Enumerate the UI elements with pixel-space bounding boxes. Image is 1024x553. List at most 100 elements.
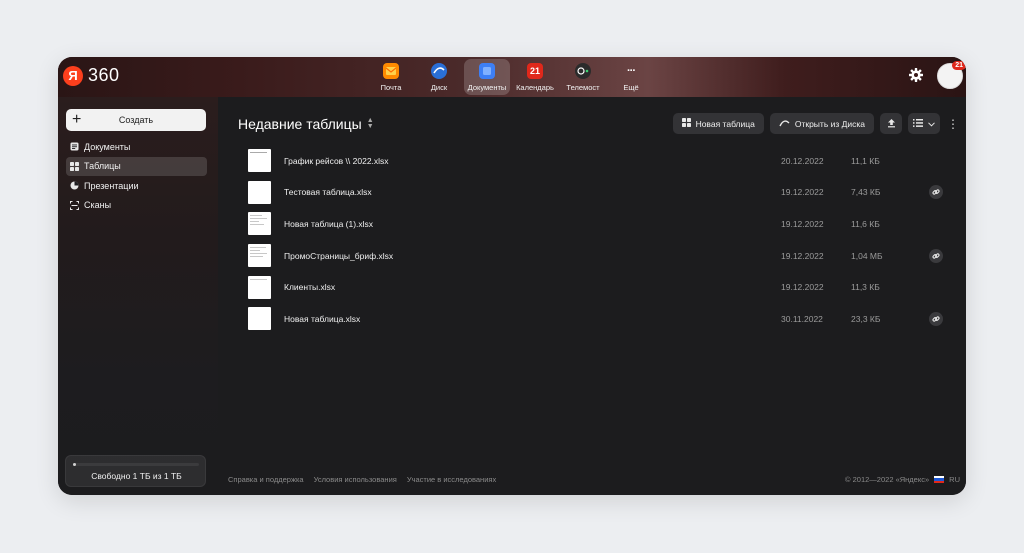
disk-icon bbox=[779, 119, 790, 129]
scan-icon bbox=[70, 200, 79, 210]
file-size: 11,3 КБ bbox=[851, 282, 880, 293]
sidebar-item-tables[interactable]: Таблицы bbox=[66, 156, 207, 176]
app-mail[interactable]: Почта bbox=[368, 59, 414, 95]
file-date: 30.11.2022 bbox=[781, 313, 823, 324]
file-size: 23,3 КБ bbox=[851, 313, 881, 324]
file-row[interactable]: Тестовая таблица.xlsx 19.12.2022 7,43 КБ bbox=[248, 177, 948, 209]
table-icon bbox=[681, 118, 691, 129]
file-row[interactable]: Новая таблица.xlsx 30.11.2022 23,3 КБ bbox=[248, 303, 948, 335]
more-options-icon[interactable]: ⋮ bbox=[946, 118, 960, 130]
file-date: 20.12.2022 bbox=[781, 155, 824, 166]
file-name: Тестовая таблица.xlsx bbox=[284, 187, 372, 198]
file-row[interactable]: ПромоСтраницы_бриф.xlsx 19.12.2022 1,04 … bbox=[248, 240, 948, 272]
table-icon bbox=[70, 161, 79, 171]
file-thumbnail bbox=[248, 212, 271, 236]
file-row[interactable]: Клиенты.xlsx 19.12.2022 11,3 КБ bbox=[248, 271, 948, 303]
language-selector[interactable]: RU bbox=[949, 475, 960, 484]
app-disk[interactable]: Диск bbox=[416, 59, 462, 95]
app-label: Почта bbox=[380, 83, 402, 92]
upload-icon bbox=[887, 118, 896, 130]
yandex-360-logo[interactable]: Я 360 bbox=[63, 65, 120, 86]
file-date: 19.12.2022 bbox=[781, 218, 824, 229]
file-thumbnail bbox=[248, 307, 271, 331]
sidebar: + Создать Документы Таблицы Презентации … bbox=[58, 97, 218, 495]
storage-progress-fill bbox=[73, 463, 76, 466]
app-label: Календарь bbox=[516, 83, 554, 92]
gear-icon[interactable] bbox=[908, 67, 924, 83]
app-label: Телемост bbox=[566, 83, 600, 92]
footer-link-research[interactable]: Участие в исследованиях bbox=[407, 475, 496, 484]
app-label: Диск bbox=[430, 83, 448, 92]
calendar-icon: 21 bbox=[527, 63, 543, 79]
footer: Справка и поддержка Условия использовани… bbox=[228, 475, 960, 484]
presentation-icon bbox=[70, 181, 79, 190]
create-button-label: Создать bbox=[118, 115, 154, 125]
link-icon[interactable] bbox=[929, 311, 943, 326]
chevron-down-icon bbox=[928, 119, 935, 129]
main-content: Недавние таблицы ▲ ▼ Новая таблица Открыт… bbox=[218, 97, 966, 495]
app-calendar[interactable]: 21 Календарь bbox=[512, 59, 558, 95]
open-from-disk-button[interactable]: Открыть из Диска bbox=[769, 113, 874, 134]
app-switcher: Почта Диск Документы 21 Календарь Телемо… bbox=[368, 59, 654, 95]
file-date: 19.12.2022 bbox=[781, 250, 824, 261]
open-from-disk-label: Открыть из Диска bbox=[794, 118, 865, 129]
file-row[interactable]: График рейсов \\ 2022.xlsx 20.12.2022 11… bbox=[248, 145, 948, 177]
create-button[interactable]: + Создать bbox=[66, 109, 206, 131]
storage-progress-bar bbox=[73, 463, 199, 466]
app-window: Я 360 Почта Диск Документы 21 Календарь … bbox=[58, 57, 966, 495]
new-table-button[interactable]: Новая таблица bbox=[672, 113, 764, 134]
page-title[interactable]: Недавние таблицы ▲ ▼ bbox=[238, 116, 374, 132]
file-size: 11,6 КБ bbox=[851, 218, 880, 229]
file-thumbnail bbox=[248, 149, 271, 173]
notification-badge: 21 bbox=[952, 61, 966, 70]
avatar[interactable]: 21 bbox=[937, 61, 966, 89]
upload-button[interactable] bbox=[880, 113, 902, 134]
documents-icon bbox=[479, 63, 495, 79]
new-table-label: Новая таблица bbox=[695, 118, 755, 129]
file-date: 19.12.2022 bbox=[781, 282, 824, 293]
yandex-logo-icon: Я bbox=[63, 65, 83, 86]
mail-icon bbox=[383, 63, 399, 79]
top-bar: Я 360 Почта Диск Документы 21 Календарь … bbox=[58, 57, 966, 97]
sidebar-item-scans[interactable]: Сканы bbox=[66, 196, 207, 215]
copyright: © 2012—2022 «Яндекс» bbox=[845, 475, 930, 484]
sidebar-item-presentations[interactable]: Презентации bbox=[66, 176, 207, 195]
link-icon[interactable] bbox=[929, 185, 943, 200]
sidebar-nav: Документы Таблицы Презентации Сканы bbox=[66, 137, 207, 215]
app-more[interactable]: ··· Ещё bbox=[608, 59, 654, 95]
file-name: Клиенты.xlsx bbox=[284, 282, 336, 293]
file-name: График рейсов \\ 2022.xlsx bbox=[284, 155, 389, 166]
storage-text: Свободно 1 ТБ из 1 ТБ bbox=[91, 471, 182, 481]
toolbar: Новая таблица Открыть из Диска ⋮ bbox=[672, 113, 960, 134]
file-row[interactable]: Новая таблица (1).xlsx 19.12.2022 11,6 К… bbox=[248, 208, 948, 240]
link-icon[interactable] bbox=[929, 248, 943, 263]
russia-flag-icon[interactable] bbox=[934, 476, 945, 483]
sort-icon: ▲ ▼ bbox=[366, 117, 374, 130]
file-name: Новая таблица.xlsx bbox=[284, 313, 361, 324]
more-icon: ··· bbox=[627, 65, 636, 77]
file-list: График рейсов \\ 2022.xlsx 20.12.2022 11… bbox=[248, 145, 948, 335]
app-label: Ещё bbox=[623, 83, 639, 92]
file-date: 19.12.2022 bbox=[781, 187, 824, 198]
page-title-text: Недавние таблицы bbox=[238, 116, 362, 132]
sidebar-item-label: Таблицы bbox=[84, 161, 121, 171]
view-mode-button[interactable] bbox=[908, 113, 940, 134]
app-documents[interactable]: Документы bbox=[464, 59, 510, 95]
app-telemost[interactable]: Телемост bbox=[560, 59, 606, 95]
storage-widget[interactable]: Свободно 1 ТБ из 1 ТБ bbox=[65, 455, 206, 487]
footer-link-terms[interactable]: Условия использования bbox=[314, 475, 397, 484]
sidebar-item-label: Презентации bbox=[84, 180, 139, 191]
footer-link-help[interactable]: Справка и поддержка bbox=[228, 475, 304, 484]
file-thumbnail bbox=[248, 244, 271, 268]
sidebar-item-label: Сканы bbox=[84, 200, 112, 210]
disk-icon bbox=[431, 63, 447, 79]
file-size: 1,04 МБ bbox=[851, 250, 883, 261]
file-name: Новая таблица (1).xlsx bbox=[284, 218, 374, 229]
sidebar-item-documents[interactable]: Документы bbox=[66, 137, 207, 156]
file-thumbnail bbox=[248, 275, 271, 299]
sidebar-item-label: Документы bbox=[84, 141, 131, 152]
app-label: Документы bbox=[467, 83, 507, 92]
footer-right: © 2012—2022 «Яндекс» RU bbox=[845, 475, 960, 484]
telemost-icon bbox=[575, 63, 591, 79]
logo-text: 360 bbox=[88, 65, 120, 85]
